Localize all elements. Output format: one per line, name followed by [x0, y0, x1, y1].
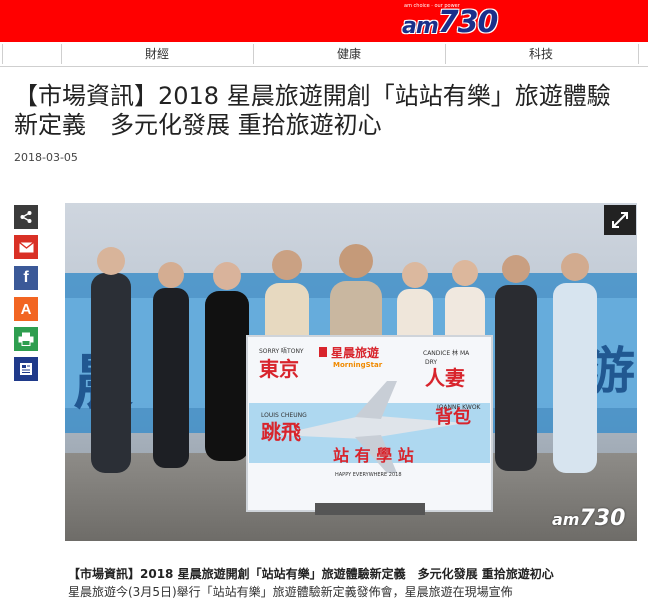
article-photo[interactable]: 晨 游 星晨旅遊 MorningStar SORRY 唔TONY: [65, 203, 637, 541]
nav-divider: [2, 44, 3, 64]
expand-photo-button[interactable]: [604, 205, 636, 235]
print-button[interactable]: [14, 327, 38, 351]
share-button[interactable]: [14, 205, 38, 229]
article-title: 【市場資訊】2018 星晨旅遊開創「站站有樂」旅遊體驗新定義 多元化發展 重拾旅…: [14, 82, 611, 139]
nav-item-health[interactable]: 健康: [254, 45, 444, 63]
event-photo-illustration: 晨 游 星晨旅遊 MorningStar SORRY 唔TONY: [65, 203, 637, 541]
font-size-button[interactable]: A: [14, 297, 38, 321]
article-body-first-line: 星晨旅遊今(3月5日)舉行「站站有樂」旅遊體驗新定義發佈會，星晨旅遊在現場宣佈: [68, 585, 513, 599]
email-button[interactable]: [14, 235, 38, 259]
header-bar: [0, 0, 648, 42]
logo-am: am: [402, 14, 439, 39]
nav-item-tech[interactable]: 科技: [446, 45, 636, 63]
am730-logo[interactable]: am 730: [402, 5, 499, 40]
board-brand-en: MorningStar: [333, 361, 383, 369]
board-slogan: 站 有 學 站: [333, 446, 414, 465]
share-icon: [20, 211, 32, 223]
board-hop: 跳飛: [261, 420, 301, 444]
font-size-icon: A: [20, 300, 32, 318]
photo-watermark: am730: [552, 506, 625, 531]
board-wife: 人妻: [425, 366, 465, 390]
photo-caption: 【市場資訊】2018 星晨旅遊開創「站站有樂」旅遊體驗新定義 多元化發展 重拾旅…: [68, 567, 554, 581]
print-icon: [18, 332, 34, 346]
facebook-icon: f: [23, 269, 29, 286]
expand-icon: [612, 212, 628, 228]
nav-divider: [638, 44, 639, 64]
category-nav: 財經 健康 科技: [0, 42, 648, 67]
email-icon: [18, 241, 34, 252]
board-tokyo: 東京: [259, 357, 299, 381]
board-happy: HAPPY EVERYWHERE 2018: [335, 472, 402, 478]
article-date: 2018-03-05: [14, 151, 78, 164]
board-brand: 星晨旅遊: [331, 345, 379, 360]
watermark-am: am: [552, 510, 580, 529]
board-dry: DRY: [425, 359, 437, 366]
board-wife-name: CANDICE 林 MA: [423, 349, 470, 357]
logo-730: 730: [437, 5, 499, 40]
watermark-730: 730: [579, 506, 626, 531]
board-hop-name: LOUIS CHEUNG: [261, 412, 307, 419]
nav-item-finance[interactable]: 財經: [62, 45, 252, 63]
board-tokyo-name: SORRY 唔TONY: [259, 348, 304, 355]
promo-board: 星晨旅遊 MorningStar SORRY 唔TONY 東京 CANDICE …: [246, 335, 493, 515]
facebook-button[interactable]: f: [14, 266, 38, 290]
news-icon: [20, 363, 32, 375]
news-button[interactable]: [14, 357, 38, 381]
board-backpack: 背包: [435, 406, 471, 428]
